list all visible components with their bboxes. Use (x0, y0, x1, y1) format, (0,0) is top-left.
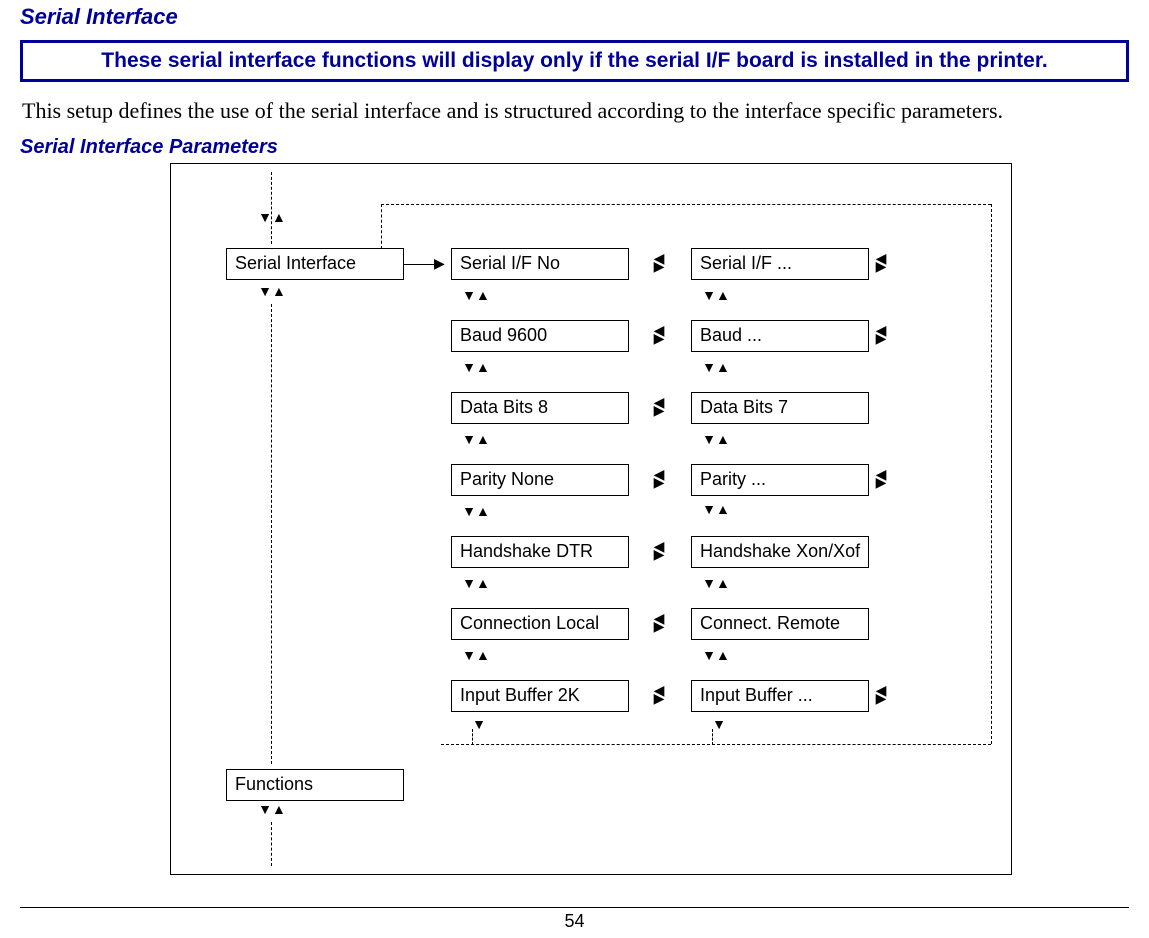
nav-arrows-icon: ◀▶ (871, 326, 891, 342)
label: Input Buffer ... (700, 685, 813, 705)
nav-arrows-icon: ◀▶ (649, 470, 669, 486)
notice-text: These serial interface functions will di… (101, 49, 1047, 72)
footer-rule (20, 907, 1129, 908)
label: Connection Local (460, 613, 599, 633)
opt-serial-if-no: Serial I/F No (451, 248, 629, 280)
nav-arrows-icon: ▼▲ (461, 434, 491, 444)
nav-arrows-icon: ▼▲ (461, 362, 491, 372)
label: Connect. Remote (700, 613, 840, 633)
nav-arrows-icon: ▼▲ (461, 578, 491, 588)
dashed-line (381, 204, 382, 249)
label: Serial I/F No (460, 253, 560, 273)
nav-arrows-icon: ▼▲ (701, 362, 731, 372)
nav-arrows-icon: ◀▶ (649, 542, 669, 558)
nav-arrows-icon: ▼▲ (257, 804, 287, 814)
nav-arrows-icon: ▼▲ (461, 290, 491, 300)
dashed-line (271, 172, 272, 244)
opt-input-buffer-more: Input Buffer ... (691, 680, 869, 712)
section-heading: Serial Interface (20, 4, 1129, 30)
nav-arrows-icon: ▼▲ (701, 434, 731, 444)
label: Baud ... (700, 325, 762, 345)
nav-arrows-icon: ▼▲ (701, 290, 731, 300)
opt-parity-none: Parity None (451, 464, 629, 496)
menu-serial-interface: Serial Interface (226, 248, 404, 280)
nav-arrows-icon: ▼ (464, 719, 494, 729)
dashed-line (712, 729, 713, 745)
dashed-line (271, 822, 272, 866)
label: Serial I/F ... (700, 253, 792, 273)
opt-baud-9600: Baud 9600 (451, 320, 629, 352)
nav-arrows-icon: ▼▲ (461, 650, 491, 660)
nav-arrows-icon: ◀▶ (871, 254, 891, 270)
opt-parity-more: Parity ... (691, 464, 869, 496)
label: Parity ... (700, 469, 766, 489)
nav-arrows-icon: ◀▶ (871, 686, 891, 702)
nav-arrows-icon: ▼▲ (257, 212, 287, 222)
nav-arrows-icon: ◀▶ (649, 398, 669, 414)
nav-arrows-icon: ◀▶ (871, 470, 891, 486)
opt-connect-remote: Connect. Remote (691, 608, 869, 640)
nav-arrows-icon: ▼▲ (701, 650, 731, 660)
label: Input Buffer 2K (460, 685, 580, 705)
diagram-frame: ▼▲ ▼▲ ▼▲ Serial Interface Functions ▶ Se… (170, 163, 1012, 875)
nav-arrows-icon: ▼▲ (701, 578, 731, 588)
label: Handshake DTR (460, 541, 593, 561)
body-paragraph: This setup defines the use of the serial… (22, 96, 1127, 126)
opt-baud-more: Baud ... (691, 320, 869, 352)
sub-heading: Serial Interface Parameters (20, 136, 1129, 159)
label: Serial Interface (235, 253, 356, 273)
opt-serial-if-more: Serial I/F ... (691, 248, 869, 280)
nav-arrows-icon: ◀▶ (649, 326, 669, 342)
nav-arrows-icon: ▼ (704, 719, 734, 729)
opt-handshake-xonxof: Handshake Xon/Xof (691, 536, 869, 568)
label: Data Bits 7 (700, 397, 788, 417)
opt-connection-local: Connection Local (451, 608, 629, 640)
nav-arrows-icon: ▼▲ (461, 506, 491, 516)
dashed-line (472, 729, 473, 745)
page-number: 54 (0, 911, 1149, 932)
label: Data Bits 8 (460, 397, 548, 417)
dashed-line (991, 204, 992, 744)
nav-arrows-icon: ▼▲ (257, 286, 287, 296)
opt-input-buffer-2k: Input Buffer 2K (451, 680, 629, 712)
opt-handshake-dtr: Handshake DTR (451, 536, 629, 568)
nav-arrows-icon: ▼▲ (701, 504, 731, 514)
nav-arrows-icon: ◀▶ (649, 686, 669, 702)
arrow-right-icon: ▶ (434, 255, 445, 272)
opt-data-bits-8: Data Bits 8 (451, 392, 629, 424)
menu-functions: Functions (226, 769, 404, 801)
dashed-line (381, 204, 991, 205)
label: Functions (235, 774, 313, 794)
label: Baud 9600 (460, 325, 547, 345)
dashed-line (271, 304, 272, 764)
dashed-line (441, 744, 991, 745)
label: Parity None (460, 469, 554, 489)
opt-data-bits-7: Data Bits 7 (691, 392, 869, 424)
notice-box: These serial interface functions will di… (20, 40, 1129, 82)
nav-arrows-icon: ◀▶ (649, 614, 669, 630)
label: Handshake Xon/Xof (700, 541, 860, 561)
nav-arrows-icon: ◀▶ (649, 254, 669, 270)
